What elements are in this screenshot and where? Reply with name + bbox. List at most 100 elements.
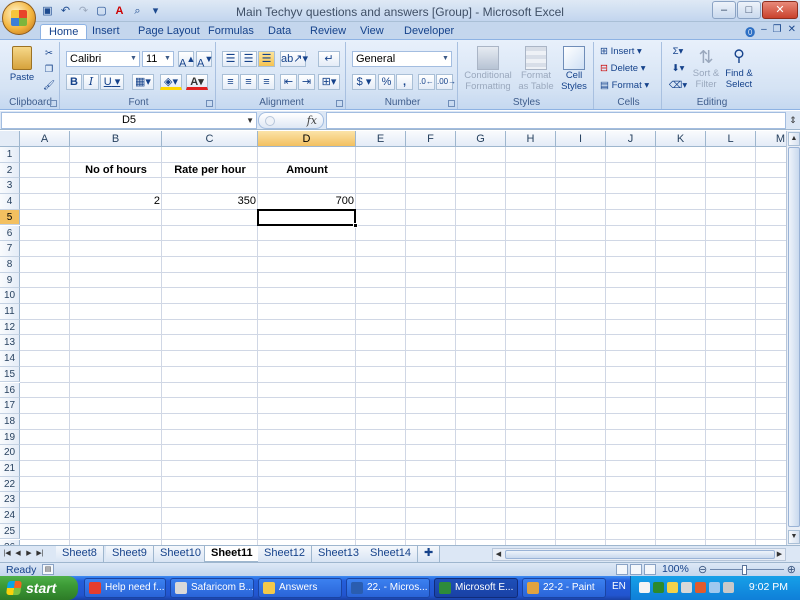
decrease-indent-icon[interactable]: ⇤ bbox=[280, 74, 297, 90]
cell-b2[interactable]: No of hours bbox=[70, 163, 162, 179]
autosum-icon[interactable]: Σ▾ bbox=[668, 46, 688, 57]
prev-sheet-icon[interactable]: ◀ bbox=[13, 548, 23, 560]
column-header-h[interactable]: H bbox=[506, 131, 556, 147]
bold-button[interactable]: B bbox=[66, 74, 82, 90]
row-header-20[interactable]: 20 bbox=[0, 445, 20, 461]
row-header-9[interactable]: 9 bbox=[0, 272, 20, 289]
start-button[interactable]: start bbox=[0, 576, 78, 600]
scroll-up-icon[interactable]: ▲ bbox=[788, 132, 800, 146]
task-answers[interactable]: Answers bbox=[258, 578, 342, 598]
merge-center-icon[interactable]: ⊞▾ bbox=[318, 74, 340, 90]
cell-d2[interactable]: Amount bbox=[258, 163, 356, 179]
horizontal-scrollbar[interactable]: ◀ ▶ bbox=[492, 548, 786, 561]
sheet-tab-sheet9[interactable]: Sheet9 bbox=[106, 546, 154, 562]
shrink-font-icon[interactable]: A▼ bbox=[196, 51, 213, 70]
insert-function-button[interactable]: fx bbox=[258, 112, 324, 129]
conditional-formatting-button[interactable]: Conditional Formatting bbox=[462, 46, 514, 92]
worksheet-grid[interactable]: A B C D E F G H I J K L M 1 2 3 4 5 6 7 8 9 10 11 12 13 14 15 16 17 18… bbox=[0, 131, 786, 545]
usb-icon[interactable] bbox=[723, 582, 734, 593]
align-right-icon[interactable]: ≡ bbox=[258, 74, 275, 90]
align-bottom-icon[interactable]: ☰ bbox=[258, 51, 275, 67]
next-sheet-icon[interactable]: ▶ bbox=[24, 548, 34, 560]
percent-button[interactable]: % bbox=[378, 74, 395, 90]
font-color-button-icon[interactable]: A▾ bbox=[186, 74, 208, 90]
format-painter-icon[interactable]: 🖌 bbox=[42, 80, 56, 91]
page-break-view-icon[interactable] bbox=[644, 564, 656, 575]
zoom-in-icon[interactable]: ⊕ bbox=[787, 563, 796, 576]
column-header-b[interactable]: B bbox=[70, 131, 162, 147]
volume-icon[interactable] bbox=[681, 582, 692, 593]
sheet-tab-sheet13[interactable]: Sheet13 bbox=[312, 546, 366, 562]
column-header-a[interactable]: A bbox=[20, 131, 70, 147]
column-header-e[interactable]: E bbox=[356, 131, 406, 147]
close-button[interactable]: ✕ bbox=[762, 1, 798, 19]
sheet-tab-sheet12[interactable]: Sheet12 bbox=[258, 546, 312, 562]
row-header-23[interactable]: 23 bbox=[0, 492, 20, 509]
sheet-tab-sheet11[interactable]: Sheet11 bbox=[204, 546, 260, 562]
increase-decimal-icon[interactable]: .0← bbox=[418, 74, 435, 90]
row-header-22[interactable]: 22 bbox=[0, 476, 20, 493]
horizontal-scroll-thumb[interactable] bbox=[505, 550, 775, 559]
cell-c4[interactable]: 350 bbox=[162, 194, 258, 210]
cut-icon[interactable]: ✂ bbox=[42, 48, 56, 59]
task-paint[interactable]: 22-2 - Paint bbox=[522, 578, 606, 598]
shield-icon[interactable] bbox=[667, 582, 678, 593]
borders-icon[interactable]: ▦▾ bbox=[132, 74, 154, 90]
language-indicator[interactable]: EN bbox=[612, 581, 626, 592]
row-header-3[interactable]: 3 bbox=[0, 178, 20, 195]
formula-input[interactable] bbox=[326, 112, 786, 129]
format-button[interactable]: ▤ Format ▾ bbox=[600, 80, 658, 91]
first-sheet-icon[interactable]: |◀ bbox=[2, 548, 12, 560]
help-icon[interactable]: ⓿ bbox=[745, 24, 755, 39]
row-header-12[interactable]: 12 bbox=[0, 319, 20, 336]
clipboard-launcher-icon[interactable] bbox=[50, 100, 57, 107]
row-header-13[interactable]: 13 bbox=[0, 335, 20, 352]
fill-icon[interactable]: ⬇▾ bbox=[668, 63, 688, 74]
tab-data[interactable]: Data bbox=[260, 24, 299, 40]
orientation-icon[interactable]: ab↗▾ bbox=[280, 51, 308, 67]
column-header-g[interactable]: G bbox=[456, 131, 506, 147]
row-header-5[interactable]: 5 bbox=[0, 209, 20, 226]
row-header-17[interactable]: 17 bbox=[0, 398, 20, 414]
insert-sheet-icon[interactable]: ✚ bbox=[418, 546, 440, 562]
zoom-slider[interactable]: ⊖ ⊕ bbox=[698, 564, 796, 576]
antivirus-icon[interactable] bbox=[653, 582, 664, 593]
cell-styles-button[interactable]: Cell Styles bbox=[556, 46, 592, 92]
display-icon[interactable] bbox=[709, 582, 720, 593]
number-format-select[interactable]: General ▼ bbox=[352, 51, 452, 67]
fill-handle[interactable] bbox=[353, 223, 358, 229]
cell-b4[interactable]: 2 bbox=[70, 194, 162, 210]
paste-button[interactable]: Paste bbox=[6, 46, 38, 90]
row-header-14[interactable]: 14 bbox=[0, 351, 20, 367]
format-as-table-button[interactable]: Format as Table bbox=[516, 46, 556, 92]
font-size-select[interactable]: 11 ▼ bbox=[142, 51, 174, 67]
tab-formulas[interactable]: Formulas bbox=[200, 24, 262, 40]
task-help-need[interactable]: Help need f... bbox=[84, 578, 166, 598]
task-safaricom[interactable]: Safaricom B... bbox=[170, 578, 254, 598]
row-header-18[interactable]: 18 bbox=[0, 413, 20, 430]
tab-page-layout[interactable]: Page Layout bbox=[130, 24, 208, 40]
underline-button[interactable]: U ▾ bbox=[100, 74, 124, 90]
workbook-close-icon[interactable]: ✕ bbox=[788, 24, 796, 39]
align-left-icon[interactable]: ≡ bbox=[222, 74, 239, 90]
row-header-19[interactable]: 19 bbox=[0, 429, 20, 446]
column-header-k[interactable]: K bbox=[656, 131, 706, 147]
column-header-c[interactable]: C bbox=[162, 131, 258, 147]
sheet-tab-sheet8[interactable]: Sheet8 bbox=[56, 546, 104, 562]
cell-c2[interactable]: Rate per hour bbox=[162, 163, 258, 179]
row-header-24[interactable]: 24 bbox=[0, 508, 20, 524]
sheet-tab-sheet10[interactable]: Sheet10 bbox=[154, 546, 208, 562]
row-header-6[interactable]: 6 bbox=[0, 225, 20, 242]
minimize-button[interactable]: – bbox=[712, 1, 736, 19]
active-cell-selection[interactable] bbox=[257, 208, 358, 229]
vertical-scrollbar[interactable]: ▲ ▼ bbox=[786, 131, 800, 545]
office-button[interactable] bbox=[2, 1, 36, 35]
last-sheet-icon[interactable]: ▶| bbox=[35, 548, 45, 560]
align-middle-icon[interactable]: ☰ bbox=[240, 51, 257, 67]
row-header-10[interactable]: 10 bbox=[0, 288, 20, 304]
column-header-d[interactable]: D bbox=[258, 131, 356, 147]
currency-button[interactable]: $ ▾ bbox=[352, 74, 376, 90]
scroll-left-icon[interactable]: ◀ bbox=[493, 549, 504, 560]
wrap-text-icon[interactable]: ↵ bbox=[318, 51, 340, 67]
workbook-restore-icon[interactable]: ❐ bbox=[773, 24, 782, 39]
